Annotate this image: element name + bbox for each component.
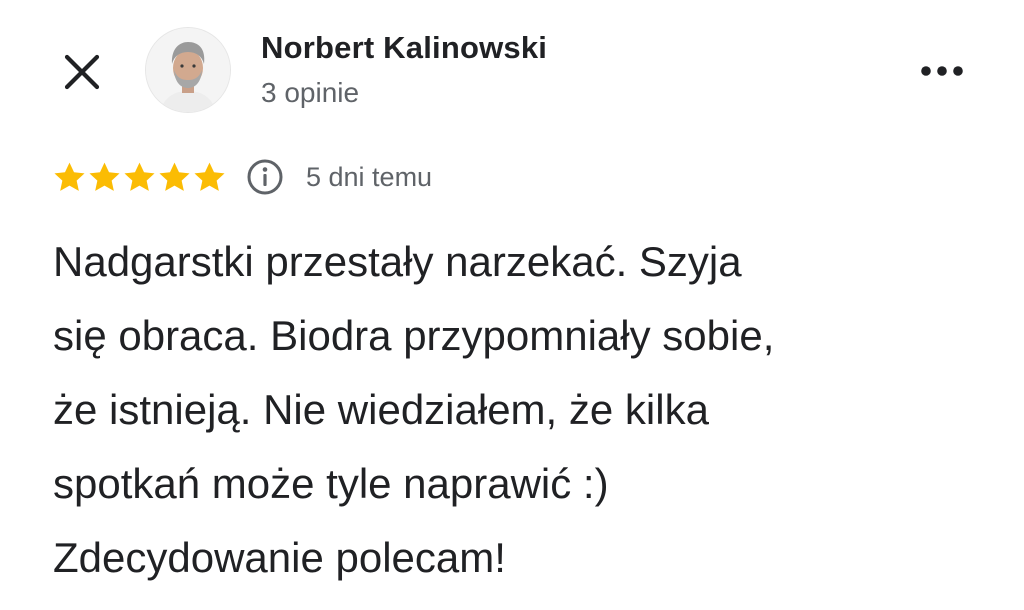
review-text-line: się obraca. Biodra przypomniały sobie, [53,312,775,359]
avatar[interactable] [146,28,230,112]
rating-row: 5 dni temu [52,155,432,199]
close-icon [64,54,100,90]
star-rating [52,160,227,195]
avatar-photo [146,28,230,112]
review-text-line: Zdecydowanie polecam! [53,534,506,581]
reviewer-review-count: 3 opinie [261,77,360,108]
review-text: Nadgarstki przestały narzekać. Szyja się … [53,225,983,595]
star-icon [124,162,155,191]
review-date: 5 dni temu [306,161,433,192]
review-text-line: Nadgarstki przestały narzekać. Szyja [53,238,742,285]
more-options-button[interactable] [910,54,974,88]
star-icon [194,162,225,191]
star-icon [159,162,190,191]
star-icon [89,162,120,191]
review-text-line: że istnieją. Nie wiedziałem, że kilka [53,386,709,433]
info-icon[interactable] [245,157,285,197]
close-button[interactable] [58,48,106,96]
star-icon [54,162,85,191]
reviewer-name[interactable]: Norbert Kalinowski [261,30,547,66]
more-horizontal-icon [921,66,963,76]
review-text-line: spotkań może tyle naprawić :) [53,460,609,507]
